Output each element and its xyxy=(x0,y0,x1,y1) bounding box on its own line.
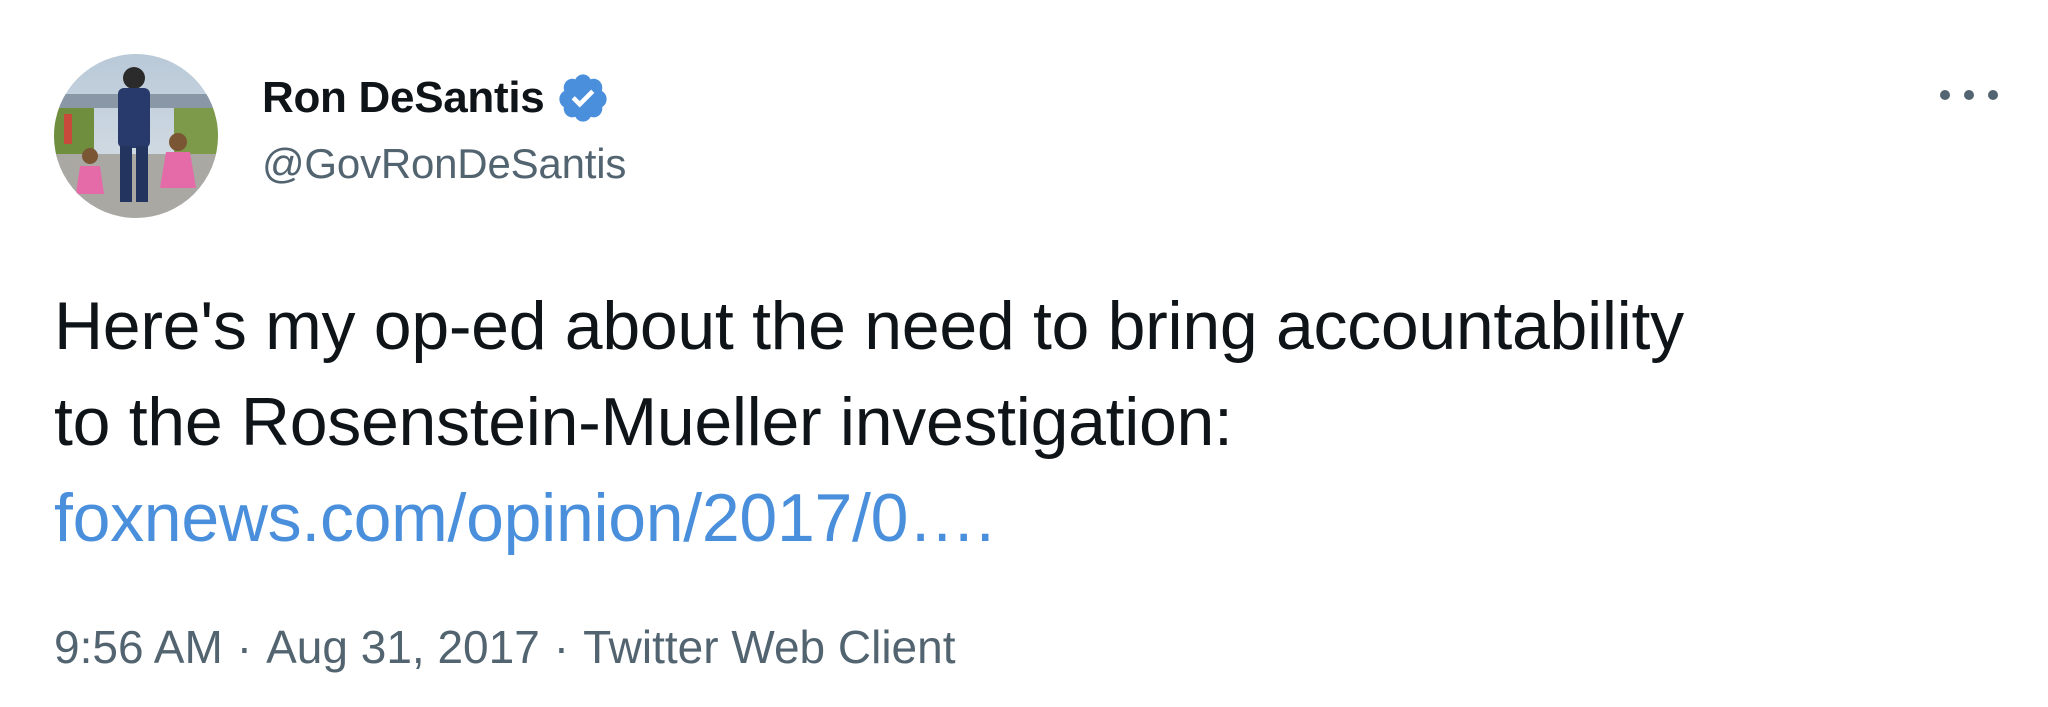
tweet-text: Here's my op-ed about the need to bring … xyxy=(54,278,2014,566)
author-name-row[interactable]: Ron DeSantis xyxy=(262,70,610,126)
tweet-text-line: to the Rosenstein-Mueller investigation: xyxy=(54,384,1233,460)
verified-badge-icon xyxy=(556,71,610,125)
tweet-source[interactable]: Twitter Web Client xyxy=(583,621,955,673)
author-avatar[interactable] xyxy=(54,54,218,218)
tweet-text-line: Here's my op-ed about the need to bring … xyxy=(54,288,1684,364)
tweet-link[interactable]: foxnews.com/opinion/2017/0…. xyxy=(54,470,2014,566)
more-dot xyxy=(1940,90,1950,100)
tweet-card: Ron DeSantis @GovRonDeSantis Here's my o… xyxy=(0,0,2048,707)
tweet-time[interactable]: 9:56 AM xyxy=(54,621,223,673)
avatar-photo xyxy=(54,54,218,218)
more-dot xyxy=(1964,90,1974,100)
tweet-metadata: 9:56 AM · Aug 31, 2017 · Twitter Web Client xyxy=(54,620,956,674)
meta-separator: · xyxy=(553,621,570,673)
more-dot xyxy=(1988,90,1998,100)
more-options-icon[interactable] xyxy=(1940,80,1998,110)
author-handle[interactable]: @GovRonDeSantis xyxy=(262,140,626,188)
meta-separator: · xyxy=(236,621,253,673)
author-display-name[interactable]: Ron DeSantis xyxy=(262,73,545,123)
tweet-date[interactable]: Aug 31, 2017 xyxy=(266,621,540,673)
